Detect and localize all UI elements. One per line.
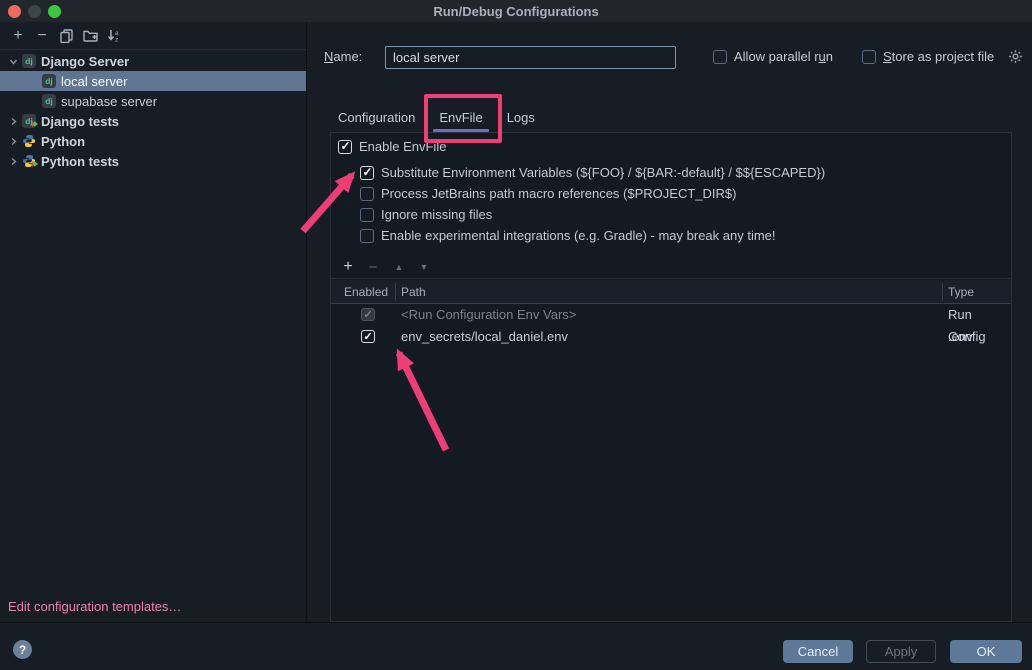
django-icon: dj xyxy=(42,94,56,108)
tree-item-django-tests[interactable]: dj Django tests xyxy=(0,111,306,131)
enable-envfile-checkbox[interactable]: Enable EnvFile xyxy=(338,139,446,154)
add-icon[interactable]: + xyxy=(6,25,30,47)
checkbox-box[interactable] xyxy=(360,166,374,180)
row-path: <Run Configuration Env Vars> xyxy=(401,304,576,326)
name-input[interactable] xyxy=(385,46,676,69)
sort-alphabetically-icon[interactable]: az xyxy=(102,25,126,47)
tab-logs[interactable]: Logs xyxy=(495,103,547,132)
chevron-down-icon[interactable] xyxy=(4,57,22,66)
chevron-right-icon[interactable] xyxy=(4,157,22,166)
main-panel: Name: Allow parallel run Store as projec… xyxy=(307,22,1032,622)
checkbox-box[interactable] xyxy=(862,50,876,64)
copy-icon[interactable] xyxy=(54,25,78,47)
table-row-env-secrets[interactable]: env_secrets/local_daniel.env .env xyxy=(331,326,1011,348)
experimental-integrations-checkbox[interactable]: Enable experimental integrations (e.g. G… xyxy=(360,228,776,243)
configurations-sidebar: + − az dj Django Server dj local xyxy=(0,22,307,622)
sidebar-toolbar: + − az xyxy=(0,22,306,50)
zoom-window-button[interactable] xyxy=(48,5,61,18)
allow-parallel-run-checkbox[interactable]: Allow parallel run xyxy=(713,49,833,64)
substitute-env-vars-checkbox[interactable]: Substitute Environment Variables (${FOO}… xyxy=(360,165,825,180)
table-row-run-config-env-vars[interactable]: <Run Configuration Env Vars> Run Config xyxy=(331,304,1011,326)
svg-text:z: z xyxy=(115,37,118,43)
column-separator[interactable] xyxy=(395,283,396,301)
row-enabled-checkbox xyxy=(361,308,375,321)
edit-configuration-templates-link[interactable]: Edit configuration templates… xyxy=(8,599,181,614)
tree-item-local-server[interactable]: dj local server xyxy=(0,71,306,91)
configuration-tree: dj Django Server dj local server dj supa… xyxy=(0,51,306,171)
row-path: env_secrets/local_daniel.env xyxy=(401,326,568,348)
store-as-project-file-checkbox[interactable]: Store as project file xyxy=(862,49,994,64)
name-label: Name: xyxy=(324,46,362,68)
row-enabled-checkbox[interactable] xyxy=(361,330,375,343)
checkbox-label: Enable EnvFile xyxy=(359,139,446,154)
title-bar: Run/Debug Configurations xyxy=(0,0,1032,22)
row-type: .env xyxy=(948,326,973,348)
tree-item-python-tests[interactable]: Python tests xyxy=(0,151,306,171)
checkbox-box[interactable] xyxy=(360,208,374,222)
checkbox-box[interactable] xyxy=(338,140,352,154)
remove-icon[interactable]: − xyxy=(30,25,54,47)
column-header-path[interactable]: Path xyxy=(401,280,426,304)
checkbox-box[interactable] xyxy=(360,229,374,243)
cancel-button[interactable]: Cancel xyxy=(783,640,853,663)
checkbox-label: Substitute Environment Variables (${FOO}… xyxy=(381,165,825,180)
run-debug-configurations-dialog: Run/Debug Configurations + − az dj Djang… xyxy=(0,0,1032,670)
remove-icon[interactable]: − xyxy=(365,256,381,278)
column-header-type[interactable]: Type xyxy=(948,280,974,304)
python-tests-icon xyxy=(22,154,36,168)
move-up-icon[interactable]: ▲ xyxy=(391,256,407,278)
gear-icon[interactable] xyxy=(1008,49,1023,64)
tab-envfile[interactable]: EnvFile xyxy=(427,103,494,132)
column-separator[interactable] xyxy=(942,283,943,301)
checkbox-label: Ignore missing files xyxy=(381,207,492,222)
add-icon[interactable]: + xyxy=(340,256,356,278)
checkbox-box[interactable] xyxy=(713,50,727,64)
process-path-macro-checkbox[interactable]: Process JetBrains path macro references … xyxy=(360,186,736,201)
checkbox-label: Process JetBrains path macro references … xyxy=(381,186,736,201)
tree-item-label: supabase server xyxy=(61,94,157,109)
minimize-window-button xyxy=(28,5,41,18)
chevron-right-icon[interactable] xyxy=(4,137,22,146)
tree-item-django-server[interactable]: dj Django Server xyxy=(0,51,306,71)
ignore-missing-files-checkbox[interactable]: Ignore missing files xyxy=(360,207,492,222)
tree-item-supabase-server[interactable]: dj supabase server xyxy=(0,91,306,111)
row-type: Run Config xyxy=(948,304,1011,326)
move-down-icon[interactable]: ▼ xyxy=(416,256,432,278)
tree-item-label: Django Server xyxy=(41,54,129,69)
dialog-footer: ? Cancel Apply OK xyxy=(0,622,1032,670)
python-icon xyxy=(22,134,36,148)
close-window-button[interactable] xyxy=(8,5,21,18)
tree-item-label: Django tests xyxy=(41,114,119,129)
tree-item-label: Python xyxy=(41,134,85,149)
store-as-project-file-label: Store as project file xyxy=(883,49,994,64)
django-icon: dj xyxy=(42,74,56,88)
checkbox-label: Enable experimental integrations (e.g. G… xyxy=(381,228,776,243)
help-icon[interactable]: ? xyxy=(13,640,32,659)
ok-button[interactable]: OK xyxy=(950,640,1022,663)
tree-item-label: Python tests xyxy=(41,154,119,169)
new-folder-icon[interactable] xyxy=(78,25,102,47)
checkbox-box[interactable] xyxy=(360,187,374,201)
django-tests-icon: dj xyxy=(22,114,36,128)
tabs-bar: Configuration EnvFile Logs xyxy=(330,103,547,132)
tree-item-python[interactable]: Python xyxy=(0,131,306,151)
envfile-panel: Enable EnvFile Substitute Environment Va… xyxy=(330,132,1012,622)
column-header-enabled[interactable]: Enabled xyxy=(344,280,388,304)
tree-item-label: local server xyxy=(61,74,127,89)
envfile-table-toolbar: + − ▲ ▼ xyxy=(331,256,1011,279)
window-title: Run/Debug Configurations xyxy=(433,4,598,19)
chevron-right-icon[interactable] xyxy=(4,117,22,126)
envfile-table-header: Enabled Path Type xyxy=(331,280,1011,304)
apply-button[interactable]: Apply xyxy=(866,640,936,663)
allow-parallel-run-label: Allow parallel run xyxy=(734,49,833,64)
django-icon: dj xyxy=(22,54,36,68)
tab-configuration[interactable]: Configuration xyxy=(330,103,427,132)
